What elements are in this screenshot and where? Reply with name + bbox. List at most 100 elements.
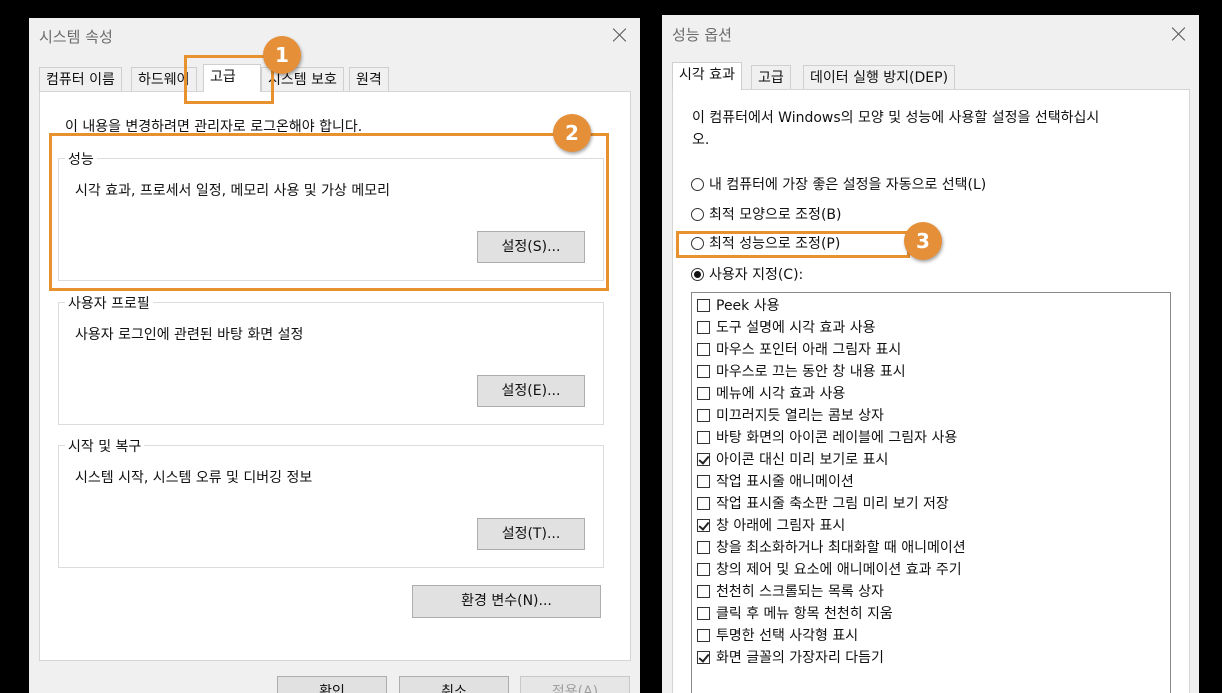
option-window-shadow[interactable]: 창 아래에 그림자 표시 bbox=[697, 515, 845, 535]
option-label: 마우스 포인터 아래 그림자 표시 bbox=[716, 342, 902, 358]
radio-icon bbox=[691, 267, 704, 281]
system-properties-window: 시스템 속성 컴퓨터 이름 하드웨어 고급 시스템 보호 원격 이 내용을 변경… bbox=[29, 18, 640, 693]
tab-label: 고급 bbox=[210, 69, 236, 85]
option-label: 천천히 스크롤되는 목록 상자 bbox=[716, 584, 884, 600]
option-label: 투명한 선택 사각형 표시 bbox=[716, 628, 859, 644]
option-label: Peek 사용 bbox=[716, 298, 780, 314]
option-label: 클릭 후 메뉴 항목 천천히 지움 bbox=[716, 606, 893, 622]
radio-best-appearance[interactable]: 최적 모양으로 조정(B) bbox=[691, 204, 841, 224]
user-profiles-group: 사용자 프로필 사용자 로그인에 관련된 바탕 화면 설정 설정(E)... bbox=[58, 293, 604, 425]
option-control-animation[interactable]: 창의 제어 및 요소에 애니메이션 효과 주기 bbox=[697, 559, 962, 579]
option-drag-contents[interactable]: 마우스로 끄는 동안 창 내용 표시 bbox=[697, 361, 906, 381]
startup-recovery-settings-button[interactable]: 설정(T)... bbox=[477, 518, 585, 550]
group-label: 시작 및 복구 bbox=[65, 436, 145, 456]
checkbox-icon bbox=[697, 320, 710, 334]
tab-label: 하드웨어 bbox=[138, 72, 190, 88]
startup-recovery-group: 시작 및 복구 시스템 시작, 시스템 오류 및 디버깅 정보 설정(T)... bbox=[58, 436, 604, 568]
admin-notice: 이 내용을 변경하려면 관리자로 로그온해야 합니다. bbox=[65, 119, 363, 135]
radio-label: 사용자 지정(C): bbox=[709, 267, 804, 283]
tab-label: 원격 bbox=[356, 72, 382, 88]
option-thumbnails[interactable]: 아이콘 대신 미리 보기로 표시 bbox=[697, 449, 888, 469]
tab-label: 고급 bbox=[758, 70, 784, 86]
option-label: 아이콘 대신 미리 보기로 표시 bbox=[716, 452, 889, 468]
tab-visual-effects[interactable]: 시각 효과 bbox=[672, 62, 742, 90]
user-profiles-settings-button[interactable]: 설정(E)... bbox=[477, 375, 585, 407]
checkbox-icon bbox=[697, 474, 710, 488]
advanced-tab-panel: 이 내용을 변경하려면 관리자로 로그온해야 합니다. 성능 시각 효과, 프로… bbox=[39, 91, 631, 661]
group-description: 사용자 로그인에 관련된 바탕 화면 설정 bbox=[75, 327, 304, 343]
tab-hardware[interactable]: 하드웨어 bbox=[131, 67, 197, 92]
option-label: 미끄러지듯 열리는 콤보 상자 bbox=[716, 408, 884, 424]
group-description: 시스템 시작, 시스템 오류 및 디버깅 정보 bbox=[75, 470, 313, 486]
tab-remote[interactable]: 원격 bbox=[349, 67, 389, 92]
radio-custom[interactable]: 사용자 지정(C): bbox=[691, 264, 803, 284]
close-icon[interactable] bbox=[1172, 27, 1186, 41]
checkbox-icon bbox=[697, 628, 710, 642]
checkbox-icon bbox=[697, 408, 710, 422]
checkbox-icon bbox=[697, 430, 710, 444]
option-label: 바탕 화면의 아이콘 레이블에 그림자 사용 bbox=[716, 430, 958, 446]
checkbox-icon bbox=[697, 540, 710, 554]
performance-group: 성능 시각 효과, 프로세서 일정, 메모리 사용 및 가상 메모리 설정(S)… bbox=[58, 149, 604, 281]
performance-options-window: 성능 옵션 시각 효과 고급 데이터 실행 방지(DEP) 이 컴퓨터에서 Wi… bbox=[662, 15, 1199, 693]
option-smooth-scroll[interactable]: 천천히 스크롤되는 목록 상자 bbox=[697, 581, 884, 601]
step-badge-1: 1 bbox=[263, 36, 301, 74]
checkbox-icon bbox=[697, 452, 710, 466]
step-badge-3: 3 bbox=[904, 222, 942, 260]
checkbox-icon bbox=[697, 386, 710, 400]
radio-icon bbox=[691, 177, 704, 191]
environment-variables-button[interactable]: 환경 변수(N)... bbox=[412, 585, 601, 618]
option-label: 마우스로 끄는 동안 창 내용 표시 bbox=[716, 364, 906, 380]
tab-label: 시각 효과 bbox=[679, 67, 735, 83]
option-label: 화면 글꼴의 가장자리 다듬기 bbox=[716, 650, 884, 666]
radio-best-performance[interactable]: 최적 성능으로 조정(P) bbox=[691, 233, 840, 253]
option-translucent-selection[interactable]: 투명한 선택 사각형 표시 bbox=[697, 625, 858, 645]
close-icon[interactable] bbox=[613, 28, 627, 42]
window-title: 시스템 속성 bbox=[39, 28, 113, 46]
performance-settings-button[interactable]: 설정(S)... bbox=[477, 231, 585, 263]
tab-label: 데이터 실행 방지(DEP) bbox=[810, 70, 949, 86]
option-label: 작업 표시줄 축소판 그림 미리 보기 저장 bbox=[716, 496, 949, 512]
option-label: 도구 설명에 시각 효과 사용 bbox=[716, 320, 876, 336]
checkbox-icon bbox=[697, 584, 710, 598]
radio-let-windows-choose[interactable]: 내 컴퓨터에 가장 좋은 설정을 자동으로 선택(L) bbox=[691, 174, 986, 194]
description-line-1: 이 컴퓨터에서 Windows의 모양 및 성능에 사용할 설정을 선택하십시 bbox=[692, 110, 1100, 126]
checkbox-icon bbox=[697, 650, 710, 664]
apply-button[interactable]: 적용(A) bbox=[520, 676, 630, 693]
checkbox-icon bbox=[697, 496, 710, 510]
option-menu-effects[interactable]: 메뉴에 시각 효과 사용 bbox=[697, 383, 845, 403]
option-tooltip-effects[interactable]: 도구 설명에 시각 효과 사용 bbox=[697, 317, 875, 337]
option-peek[interactable]: Peek 사용 bbox=[697, 295, 780, 315]
option-taskbar-animation[interactable]: 작업 표시줄 애니메이션 bbox=[697, 471, 854, 491]
checkbox-icon bbox=[697, 606, 710, 620]
option-label: 창의 제어 및 요소에 애니메이션 효과 주기 bbox=[716, 562, 962, 578]
option-label: 메뉴에 시각 효과 사용 bbox=[716, 386, 846, 402]
radio-label: 최적 성능으로 조정(P) bbox=[709, 236, 841, 252]
option-taskbar-thumbnail-cache[interactable]: 작업 표시줄 축소판 그림 미리 보기 저장 bbox=[697, 493, 949, 513]
checkbox-icon bbox=[697, 562, 710, 576]
checkbox-icon bbox=[697, 298, 710, 312]
tab-label: 컴퓨터 이름 bbox=[46, 72, 115, 88]
tab-advanced[interactable]: 고급 bbox=[751, 65, 791, 90]
option-minmax-animation[interactable]: 창을 최소화하거나 최대화할 때 애니메이션 bbox=[697, 537, 966, 557]
visual-effects-list: Peek 사용 도구 설명에 시각 효과 사용 마우스 포인터 아래 그림자 표… bbox=[691, 292, 1171, 693]
ok-button[interactable]: 확인 bbox=[277, 676, 387, 693]
radio-icon bbox=[691, 207, 704, 221]
tab-label: 시스템 보호 bbox=[268, 72, 337, 88]
option-label: 창을 최소화하거나 최대화할 때 애니메이션 bbox=[716, 540, 966, 556]
tab-dep[interactable]: 데이터 실행 방지(DEP) bbox=[803, 65, 956, 90]
option-pointer-shadow[interactable]: 마우스 포인터 아래 그림자 표시 bbox=[697, 339, 901, 359]
tab-advanced[interactable]: 고급 bbox=[203, 64, 261, 92]
tab-computer-name[interactable]: 컴퓨터 이름 bbox=[39, 67, 122, 92]
step-badge-2: 2 bbox=[553, 114, 591, 152]
option-slide-combo[interactable]: 미끄러지듯 열리는 콤보 상자 bbox=[697, 405, 884, 425]
option-label: 작업 표시줄 애니메이션 bbox=[716, 474, 854, 490]
group-label: 사용자 프로필 bbox=[65, 293, 153, 313]
cancel-button[interactable]: 취소 bbox=[399, 676, 509, 693]
option-icon-label-shadow[interactable]: 바탕 화면의 아이콘 레이블에 그림자 사용 bbox=[697, 427, 957, 447]
option-font-smoothing[interactable]: 화면 글꼴의 가장자리 다듬기 bbox=[697, 647, 884, 667]
checkbox-icon bbox=[697, 364, 710, 378]
description-line-2: 오. bbox=[692, 132, 710, 148]
visual-effects-panel: 이 컴퓨터에서 Windows의 모양 및 성능에 사용할 설정을 선택하십시 … bbox=[672, 89, 1190, 693]
option-menu-fade[interactable]: 클릭 후 메뉴 항목 천천히 지움 bbox=[697, 603, 893, 623]
